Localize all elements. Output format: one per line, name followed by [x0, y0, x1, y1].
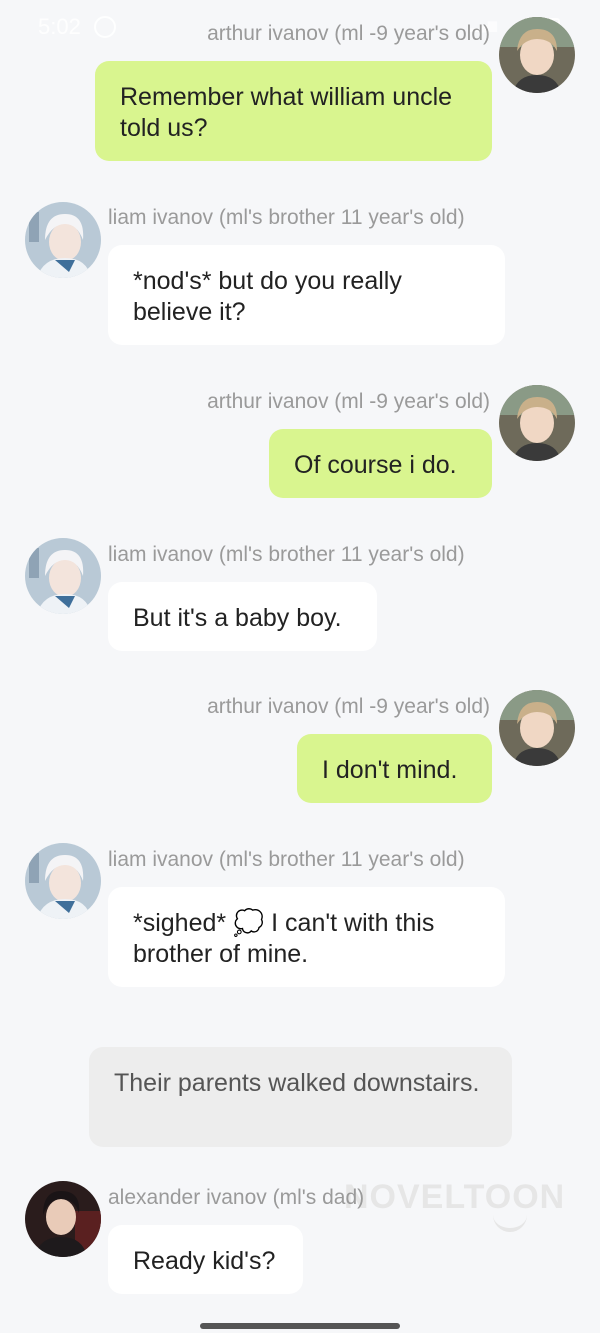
message-bubble: Ready kid's?: [108, 1225, 303, 1294]
boy-portrait-icon: [499, 17, 575, 93]
avatar-liam[interactable]: [25, 538, 101, 614]
speaker-name-arthur: arthur ivanov (ml -9 year's old): [207, 390, 490, 413]
speaker-name-liam: liam ivanov (ml's brother 11 year's old): [108, 848, 465, 871]
narration-bubble: Their parents walked downstairs.: [89, 1047, 512, 1147]
home-indicator[interactable]: [200, 1323, 400, 1329]
message-bubble: *sighed* 💭 I can't with this brother of …: [108, 887, 505, 987]
status-time: 5:02: [38, 14, 81, 39]
boy-portrait-icon: [499, 690, 575, 766]
alarm-icon: [94, 16, 116, 38]
avatar-liam[interactable]: [25, 843, 101, 919]
message-bubble: I don't mind.: [297, 734, 492, 803]
avatar-arthur[interactable]: [499, 385, 575, 461]
white-hair-boy-portrait-icon: [25, 843, 101, 919]
avatar-arthur[interactable]: [499, 690, 575, 766]
dark-hair-man-portrait-icon: [25, 1181, 101, 1257]
message-bubble: Of course i do.: [269, 429, 492, 498]
watermark-smile-icon: [493, 1212, 527, 1232]
avatar-alexander[interactable]: [25, 1181, 101, 1257]
speaker-name-liam: liam ivanov (ml's brother 11 year's old): [108, 543, 465, 566]
avatar-arthur[interactable]: [499, 17, 575, 93]
speaker-name-liam: liam ivanov (ml's brother 11 year's old): [108, 206, 465, 229]
message-bubble: *nod's* but do you really believe it?: [108, 245, 505, 345]
white-hair-boy-portrait-icon: [25, 538, 101, 614]
speaker-name-arthur: arthur ivanov (ml -9 year's old): [207, 695, 490, 718]
speaker-name-alexander: alexander ivanov (ml's dad): [108, 1186, 365, 1209]
noveltoon-watermark: NOVELTOON: [344, 1178, 566, 1216]
white-hair-boy-portrait-icon: [25, 202, 101, 278]
avatar-liam[interactable]: [25, 202, 101, 278]
message-bubble: Remember what william uncle told us?: [95, 61, 492, 161]
boy-portrait-icon: [499, 385, 575, 461]
speaker-name-arthur: arthur ivanov (ml -9 year's old): [207, 22, 490, 45]
message-bubble: But it's a baby boy.: [108, 582, 377, 651]
